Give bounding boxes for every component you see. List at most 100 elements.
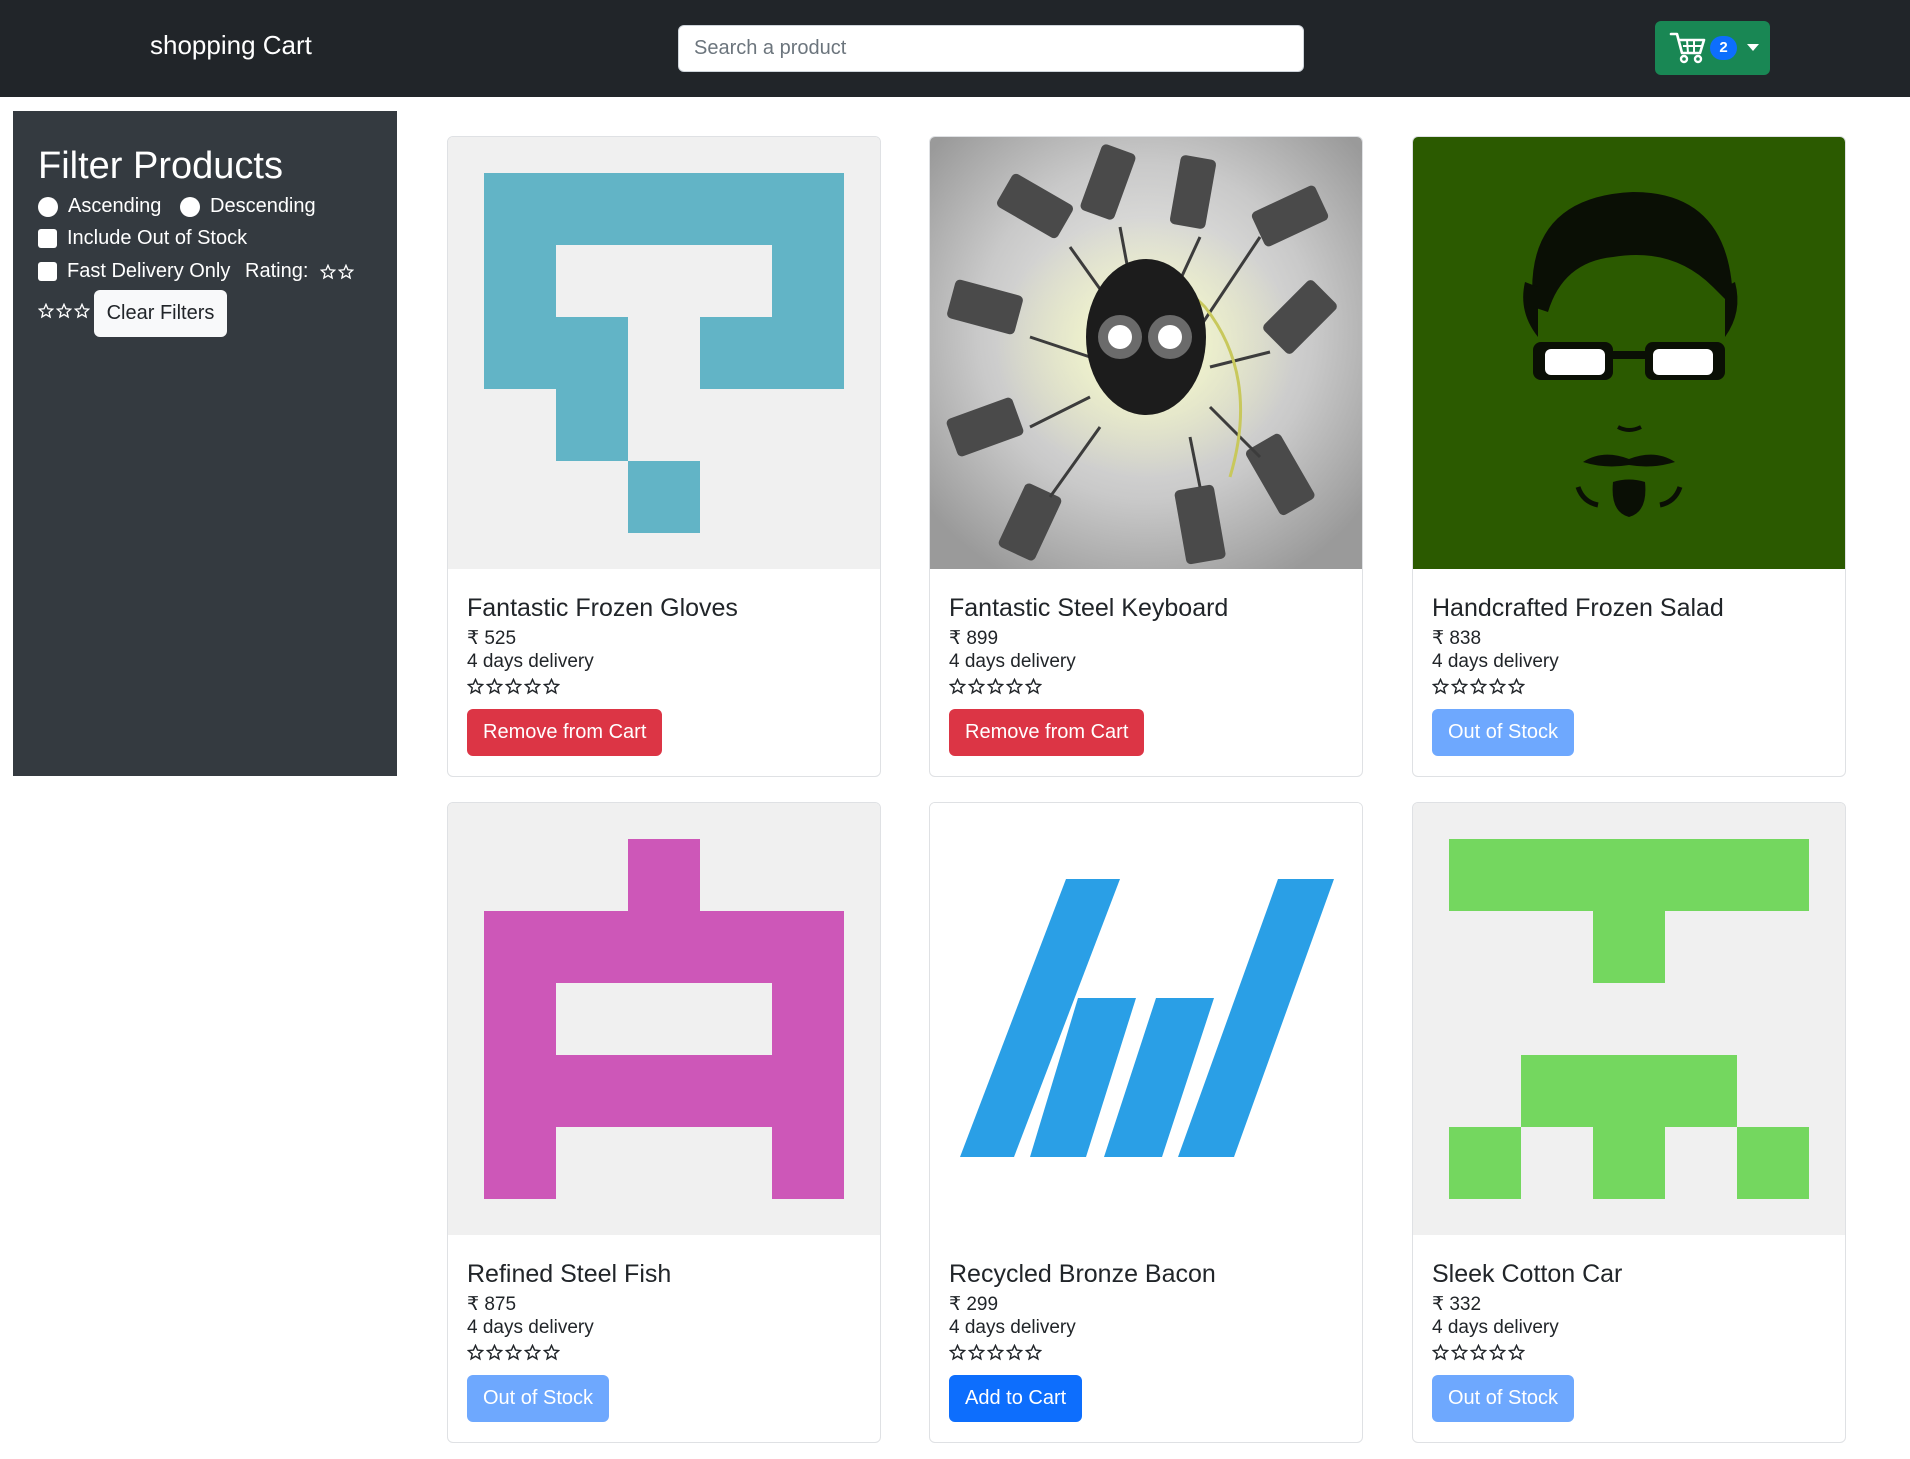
- star-outline-icon: [543, 678, 560, 695]
- star-outline-icon: [505, 1344, 522, 1361]
- product-price: ₹ 299: [949, 1294, 999, 1315]
- star-outline-icon: [949, 678, 966, 695]
- out-of-stock-button[interactable]: Out of Stock: [467, 1375, 610, 1422]
- product-delivery: 4 days delivery: [949, 651, 1076, 672]
- product-card: Handcrafted Frozen Salad ₹ 838 4 days de…: [1412, 136, 1846, 777]
- product-name: Fantastic Steel Keyboard: [949, 594, 1229, 622]
- green-pixel-avatar-image: [1413, 803, 1845, 1235]
- descending-label: Descending: [210, 195, 316, 217]
- fast-delivery-option[interactable]: Fast Delivery Only: [38, 260, 230, 283]
- rating-stars-second: [38, 303, 90, 319]
- search-input[interactable]: [678, 25, 1304, 72]
- product-name: Sleek Cotton Car: [1432, 1260, 1623, 1288]
- product-delivery: 4 days delivery: [1432, 1317, 1559, 1338]
- star-outline-icon: [1489, 678, 1506, 695]
- star-outline-icon: [968, 678, 985, 695]
- ascending-radio[interactable]: [38, 196, 58, 217]
- product-image: [930, 803, 1362, 1235]
- product-price: ₹ 899: [949, 628, 999, 649]
- top-navbar: shopping Cart 2: [0, 0, 1910, 97]
- product-rating: [467, 678, 560, 695]
- product-image: [1413, 137, 1845, 569]
- star-outline-icon: [1006, 1344, 1023, 1361]
- star-outline-icon: [1025, 678, 1042, 695]
- star-outline-icon: [987, 678, 1004, 695]
- product-rating: [1432, 1344, 1525, 1361]
- out-of-stock-button[interactable]: Out of Stock: [1432, 709, 1575, 756]
- filter-panel: Filter Products Ascending Descending Inc…: [13, 111, 397, 776]
- star-outline-icon: [486, 678, 503, 695]
- star-outline-icon: [1451, 1344, 1468, 1361]
- product-card: Sleek Cotton Car ₹ 332 4 days delivery O…: [1412, 802, 1846, 1443]
- brand-title[interactable]: shopping Cart: [150, 30, 312, 61]
- filter-title: Filter Products: [38, 145, 283, 187]
- star-outline-icon: [1451, 678, 1468, 695]
- rating-filter: Rating:: [245, 260, 355, 283]
- product-rating: [949, 1344, 1042, 1361]
- teal-pixel-avatar-image: [448, 137, 880, 569]
- product-name: Recycled Bronze Bacon: [949, 1260, 1216, 1288]
- product-rating: [1432, 678, 1525, 695]
- star-outline-icon[interactable]: [320, 263, 337, 280]
- star-outline-icon: [524, 678, 541, 695]
- product-rating: [467, 1344, 560, 1361]
- star-outline-icon: [1432, 1344, 1449, 1361]
- star-outline-icon: [987, 1344, 1004, 1361]
- star-outline-icon[interactable]: [338, 263, 355, 280]
- star-outline-icon: [1470, 1344, 1487, 1361]
- out-of-stock-label: Include Out of Stock: [67, 227, 248, 249]
- product-delivery: 4 days delivery: [1432, 651, 1559, 672]
- out-of-stock-checkbox[interactable]: [38, 229, 57, 248]
- star-outline-icon: [949, 1344, 966, 1361]
- star-outline-icon: [1025, 1344, 1042, 1361]
- rating-stars-first: [320, 263, 355, 280]
- product-card: Fantastic Frozen Gloves ₹ 525 4 days del…: [447, 136, 881, 777]
- remove-from-cart-button[interactable]: Remove from Cart: [467, 709, 663, 756]
- product-delivery: 4 days delivery: [467, 1317, 594, 1338]
- product-image: [448, 803, 880, 1235]
- star-outline-icon: [467, 678, 484, 695]
- star-outline-icon: [1508, 678, 1525, 695]
- blue-stripes-logo-image: [930, 803, 1362, 1235]
- rating-label: Rating:: [245, 260, 309, 282]
- cart-dropdown-button[interactable]: 2: [1655, 21, 1770, 75]
- product-price: ₹ 875: [467, 1294, 517, 1315]
- shopping-cart-icon: [1669, 32, 1706, 64]
- descending-radio[interactable]: [180, 196, 200, 217]
- star-outline-icon: [1006, 678, 1023, 695]
- star-outline-icon[interactable]: [74, 303, 90, 319]
- add-to-cart-button[interactable]: Add to Cart: [949, 1375, 1083, 1422]
- product-image: [930, 137, 1362, 569]
- product-image: [448, 137, 880, 569]
- ascending-option[interactable]: Ascending: [38, 195, 161, 218]
- star-outline-icon: [1508, 1344, 1525, 1361]
- product-delivery: 4 days delivery: [949, 1317, 1076, 1338]
- star-outline-icon: [1470, 678, 1487, 695]
- magenta-pixel-avatar-image: [448, 803, 880, 1235]
- star-outline-icon: [524, 1344, 541, 1361]
- product-card: Recycled Bronze Bacon ₹ 299 4 days deliv…: [929, 802, 1363, 1443]
- descending-option[interactable]: Descending: [180, 195, 316, 218]
- clear-filters-button[interactable]: Clear Filters: [94, 290, 227, 337]
- out-of-stock-button[interactable]: Out of Stock: [1432, 1375, 1575, 1422]
- product-rating: [949, 678, 1042, 695]
- product-name: Handcrafted Frozen Salad: [1432, 594, 1724, 622]
- product-name: Fantastic Frozen Gloves: [467, 594, 738, 622]
- product-name: Refined Steel Fish: [467, 1260, 672, 1288]
- star-outline-icon: [486, 1344, 503, 1361]
- star-outline-icon[interactable]: [56, 303, 72, 319]
- star-outline-icon[interactable]: [38, 303, 54, 319]
- fast-delivery-checkbox[interactable]: [38, 262, 57, 281]
- star-outline-icon: [543, 1344, 560, 1361]
- star-outline-icon: [505, 678, 522, 695]
- ascending-label: Ascending: [68, 195, 162, 217]
- robot-head-cameras-image: [930, 137, 1362, 569]
- remove-from-cart-button[interactable]: Remove from Cart: [949, 709, 1145, 756]
- product-card: Fantastic Steel Keyboard ₹ 899 4 days de…: [929, 136, 1363, 777]
- fast-delivery-label: Fast Delivery Only: [67, 260, 231, 282]
- green-face-glasses-image: [1413, 137, 1845, 569]
- star-outline-icon: [467, 1344, 484, 1361]
- out-of-stock-option[interactable]: Include Out of Stock: [38, 227, 247, 250]
- star-outline-icon: [1489, 1344, 1506, 1361]
- cart-count-badge: 2: [1710, 36, 1737, 60]
